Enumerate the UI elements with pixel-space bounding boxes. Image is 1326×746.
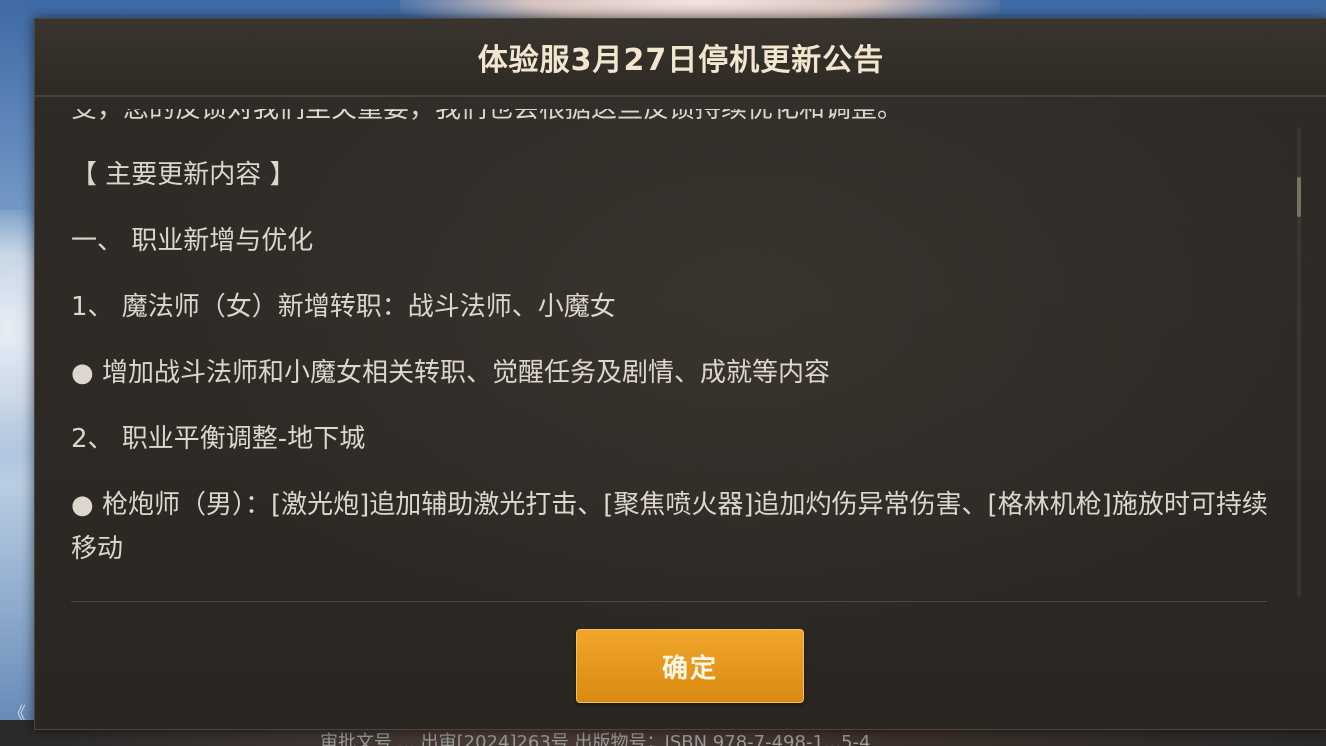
- list-item-1: 1、 魔法师（女）新增转职：战斗法师、小魔女: [71, 292, 616, 322]
- scrollbar[interactable]: [1297, 127, 1301, 597]
- game-screen: 《 审批文号 ... 出审[2024]263号 出版物号：ISBN 978-7-…: [0, 0, 1326, 746]
- dialog-title: 体验服3月27日停机更新公告: [477, 43, 885, 78]
- scrollbar-thumb[interactable]: [1297, 177, 1301, 217]
- footer-license-text: 审批文号 ... 出审[2024]263号 出版物号：ISBN 978-7-49…: [320, 732, 871, 746]
- list-item-2: 2、 职业平衡调整-地下城: [71, 424, 366, 454]
- confirm-button[interactable]: 确定: [576, 629, 804, 703]
- dialog-header: 体验服3月27日停机更新公告: [35, 19, 1326, 97]
- bullet-item: ● 枪炮师（男）：[激光炮]追加辅助激光打击、[聚焦喷火器]追加灼伤异常伤害、[…: [71, 490, 1268, 564]
- section-heading: 【 主要更新内容 】: [71, 160, 296, 190]
- divider: [71, 601, 1267, 602]
- subsection-heading: 一、 职业新增与优化: [71, 226, 314, 256]
- bullet-item: ● 增加战斗法师和小魔女相关转职、觉醒任务及剧情、成就等内容: [71, 358, 830, 388]
- announcement-content[interactable]: 受，您的反馈对我们至关重要，我们也会根据这些反馈持续优化和调整。 【 主要更新内…: [71, 109, 1301, 599]
- paragraph-intro: 受，您的反馈对我们至关重要，我们也会根据这些反馈持续优化和调整。: [71, 109, 904, 124]
- announcement-dialog: 体验服3月27日停机更新公告 受，您的反馈对我们至关重要，我们也会根据这些反馈持…: [34, 18, 1326, 730]
